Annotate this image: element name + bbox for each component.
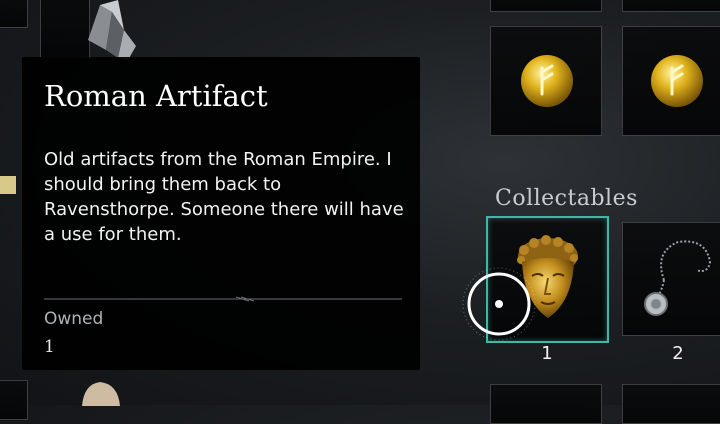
item-title: Roman Artifact xyxy=(44,79,268,113)
inventory-slot[interactable] xyxy=(0,380,28,420)
divider xyxy=(44,296,402,302)
inventory-slot[interactable] xyxy=(0,0,28,28)
crystal-item-icon xyxy=(78,0,138,62)
gold-item-icon xyxy=(0,174,18,196)
inventory-slot[interactable] xyxy=(490,0,602,12)
rune-icon xyxy=(648,52,706,110)
inventory-slot[interactable] xyxy=(490,384,602,424)
collectables-section-title: Collectables xyxy=(495,186,638,211)
item-count: 2 xyxy=(672,343,684,364)
owned-label: Owned xyxy=(44,309,104,329)
owned-value: 1 xyxy=(44,337,55,357)
item-description: Old artifacts from the Roman Empire. I s… xyxy=(44,149,404,245)
silver-pendant-icon xyxy=(632,232,720,322)
inventory-slot[interactable] xyxy=(622,384,720,424)
inventory-slot[interactable] xyxy=(622,0,720,12)
item-tooltip: Roman Artifact Old artifacts from the Ro… xyxy=(22,57,420,370)
cloth-item-icon xyxy=(76,376,126,406)
rune-icon xyxy=(518,52,576,110)
selection-cursor-icon[interactable] xyxy=(460,267,540,347)
